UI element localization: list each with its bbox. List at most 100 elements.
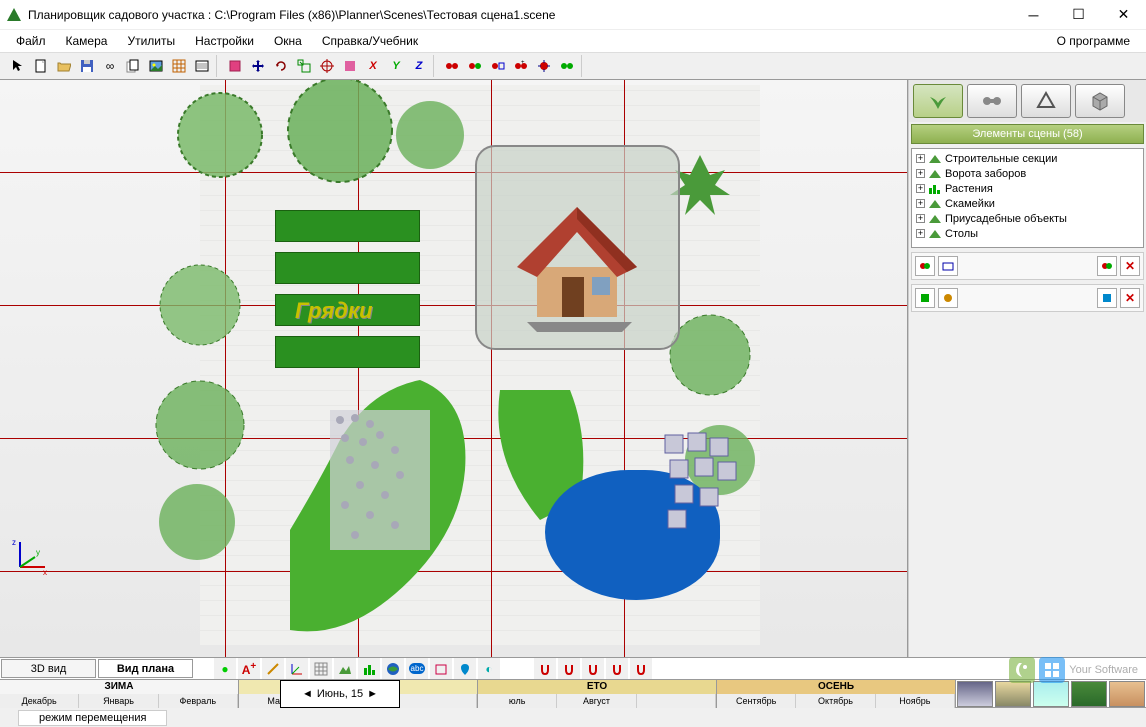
minimize-button[interactable]: ─ bbox=[1011, 0, 1056, 30]
menu-about[interactable]: О программе bbox=[1049, 32, 1138, 50]
zoom-extents-icon[interactable] bbox=[487, 55, 509, 77]
tree-object[interactable] bbox=[170, 85, 270, 185]
display-pin-icon[interactable] bbox=[454, 658, 476, 680]
snap-1-icon[interactable] bbox=[534, 658, 556, 680]
display-text-icon[interactable]: A+ bbox=[238, 658, 260, 680]
tool2-right-1[interactable] bbox=[1097, 288, 1117, 308]
tree-object[interactable] bbox=[280, 80, 400, 190]
date-picker[interactable]: ◄ Июнь, 15 ► bbox=[280, 680, 400, 708]
tool-left-1[interactable] bbox=[915, 256, 935, 276]
thumb[interactable] bbox=[995, 681, 1031, 707]
display-chart-icon[interactable] bbox=[358, 658, 380, 680]
select-tool-icon[interactable] bbox=[7, 55, 29, 77]
grid-icon[interactable] bbox=[168, 55, 190, 77]
snap-2-icon[interactable] bbox=[558, 658, 580, 680]
save-icon[interactable] bbox=[76, 55, 98, 77]
tree-item[interactable]: +Строительные секции bbox=[914, 151, 1141, 166]
menu-file[interactable]: Файл bbox=[8, 32, 54, 50]
display-measure-icon[interactable] bbox=[262, 658, 284, 680]
date-prev-icon[interactable]: ◄ bbox=[302, 688, 313, 700]
snap-3-icon[interactable] bbox=[582, 658, 604, 680]
menu-windows[interactable]: Окна bbox=[266, 32, 310, 50]
display-axis-icon[interactable] bbox=[286, 658, 308, 680]
tool2-delete[interactable]: ✕ bbox=[1120, 288, 1140, 308]
display-box-icon[interactable] bbox=[430, 658, 452, 680]
garden-bed[interactable] bbox=[275, 252, 420, 284]
list-icon[interactable] bbox=[191, 55, 213, 77]
tool-right-1[interactable] bbox=[1097, 256, 1117, 276]
tree-object[interactable] bbox=[155, 480, 240, 565]
tool2-left-2[interactable] bbox=[938, 288, 958, 308]
menu-utilities[interactable]: Утилиты bbox=[119, 32, 183, 50]
image-icon[interactable] bbox=[145, 55, 167, 77]
tree-item[interactable]: +Скамейки bbox=[914, 196, 1141, 211]
thumb[interactable] bbox=[1033, 681, 1069, 707]
thumb[interactable] bbox=[1109, 681, 1145, 707]
month[interactable]: Декабрь bbox=[0, 694, 79, 708]
rotate-icon[interactable] bbox=[270, 55, 292, 77]
tool-extra-icon[interactable] bbox=[339, 55, 361, 77]
panel-tab-connect[interactable] bbox=[967, 84, 1017, 118]
move-icon[interactable] bbox=[247, 55, 269, 77]
month[interactable]: Февраль bbox=[159, 694, 238, 708]
orbit-icon[interactable] bbox=[556, 55, 578, 77]
month[interactable]: Август bbox=[557, 694, 636, 708]
display-abc-icon[interactable]: abc bbox=[406, 658, 428, 680]
tree-item[interactable]: +Столы bbox=[914, 226, 1141, 241]
tree-object[interactable] bbox=[390, 95, 470, 175]
display-grid2-icon[interactable] bbox=[310, 658, 332, 680]
panel-tab-box[interactable] bbox=[1075, 84, 1125, 118]
month[interactable]: Октябрь bbox=[796, 694, 875, 708]
display-landscape-icon[interactable] bbox=[334, 658, 356, 680]
axis-x-button[interactable]: X bbox=[362, 55, 384, 77]
target-icon[interactable] bbox=[316, 55, 338, 77]
menu-help[interactable]: Справка/Учебник bbox=[314, 32, 426, 50]
garden-bed[interactable] bbox=[275, 336, 420, 368]
maximize-button[interactable]: ☐ bbox=[1056, 0, 1101, 30]
display-globe-icon[interactable] bbox=[382, 658, 404, 680]
date-next-icon[interactable]: ► bbox=[367, 688, 378, 700]
tool2-left-1[interactable] bbox=[915, 288, 935, 308]
close-button[interactable]: ✕ bbox=[1101, 0, 1146, 30]
tab-plan-view[interactable]: Вид плана bbox=[98, 659, 193, 678]
month[interactable] bbox=[398, 694, 477, 708]
seasons-timeline[interactable]: ЗИМА Декабрь Январь Февраль ВЕСНА Март А… bbox=[0, 679, 1146, 707]
display-light-icon[interactable]: ● bbox=[214, 658, 236, 680]
scene-tree[interactable]: +Строительные секции +Ворота заборов +Ра… bbox=[911, 148, 1144, 248]
3d-view-icon[interactable] bbox=[224, 55, 246, 77]
view-all-icon[interactable] bbox=[441, 55, 463, 77]
stone-path[interactable] bbox=[330, 410, 430, 550]
scale-icon[interactable] bbox=[293, 55, 315, 77]
tool-delete[interactable]: ✕ bbox=[1120, 256, 1140, 276]
month[interactable]: Январь bbox=[79, 694, 158, 708]
tree-object[interactable] bbox=[150, 375, 250, 475]
panel-tab-plants[interactable] bbox=[913, 84, 963, 118]
month[interactable]: Сентябрь bbox=[717, 694, 796, 708]
menu-camera[interactable]: Камера bbox=[58, 32, 116, 50]
link-icon[interactable]: ∞ bbox=[99, 55, 121, 77]
pan-icon[interactable] bbox=[533, 55, 555, 77]
zoom-window-icon[interactable]: + bbox=[510, 55, 532, 77]
garden-bed[interactable] bbox=[275, 210, 420, 242]
thumb[interactable] bbox=[1071, 681, 1107, 707]
tree-item[interactable]: +Ворота заборов bbox=[914, 166, 1141, 181]
view-sel-icon[interactable] bbox=[464, 55, 486, 77]
tree-object[interactable] bbox=[155, 260, 245, 350]
panel-tab-shape[interactable] bbox=[1021, 84, 1071, 118]
menu-settings[interactable]: Настройки bbox=[187, 32, 262, 50]
snap-5-icon[interactable] bbox=[630, 658, 652, 680]
month[interactable] bbox=[637, 694, 716, 708]
house-selection[interactable] bbox=[475, 145, 680, 350]
display-extra-icon[interactable]: ◐ bbox=[478, 658, 500, 680]
new-file-icon[interactable] bbox=[30, 55, 52, 77]
open-file-icon[interactable] bbox=[53, 55, 75, 77]
tree-item[interactable]: +Растения bbox=[914, 181, 1141, 196]
copy-icon[interactable] bbox=[122, 55, 144, 77]
viewport[interactable]: Грядки xzy bbox=[0, 80, 908, 657]
axis-y-button[interactable]: Y bbox=[385, 55, 407, 77]
tool-left-2[interactable] bbox=[938, 256, 958, 276]
tab-3d-view[interactable]: 3D вид bbox=[1, 659, 96, 678]
month[interactable]: юль bbox=[478, 694, 557, 708]
snap-4-icon[interactable] bbox=[606, 658, 628, 680]
tree-item[interactable]: +Приусадебные объекты bbox=[914, 211, 1141, 226]
